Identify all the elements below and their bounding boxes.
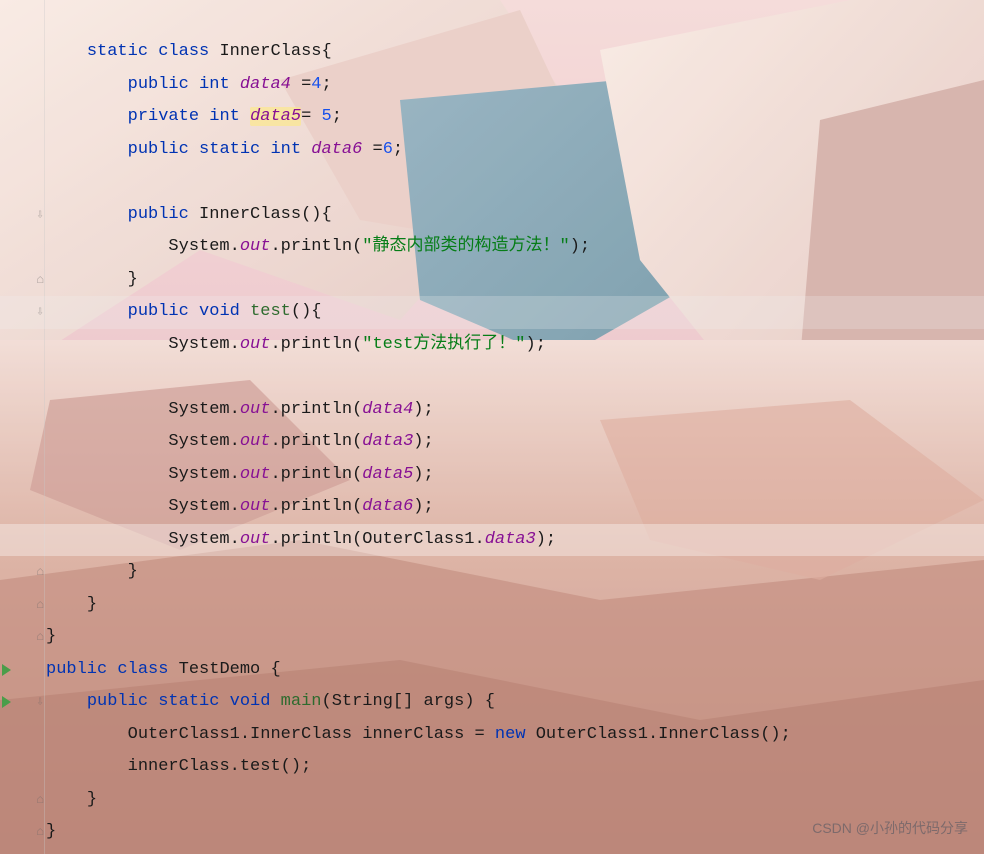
code-line[interactable]: System.out.println(data5); — [0, 459, 984, 492]
code-line[interactable]: ⇩ public void test(){ — [0, 296, 984, 329]
gutter[interactable] — [0, 751, 46, 784]
fold-icon[interactable]: ⇩ — [36, 296, 44, 329]
gutter[interactable] — [0, 231, 46, 264]
code-line[interactable]: ⌂ } — [0, 621, 984, 654]
code-content[interactable]: System.out.println(data4); — [46, 394, 434, 427]
code-content[interactable]: OuterClass1.InnerClass innerClass = new … — [46, 719, 791, 752]
code-content[interactable]: System.out.println(data6); — [46, 491, 434, 524]
code-line[interactable]: public static int data6 =6; — [0, 134, 984, 167]
fold-icon[interactable]: ⌂ — [36, 556, 44, 589]
code-content[interactable]: System.out.println(data5); — [46, 459, 434, 492]
fold-icon[interactable]: ⌂ — [36, 589, 44, 622]
gutter[interactable]: ⇩ — [0, 296, 46, 329]
code-line[interactable]: innerClass.test(); — [0, 751, 984, 784]
code-line-current[interactable]: System.out.println(OuterClass1.data3); — [0, 524, 984, 557]
fold-icon[interactable]: ⌂ — [36, 264, 44, 297]
gutter[interactable] — [0, 101, 46, 134]
code-content[interactable]: System.out.println(OuterClass1.data3); — [46, 524, 556, 557]
code-line[interactable]: ⌂ } — [0, 589, 984, 622]
code-editor[interactable]: static class InnerClass{ public int data… — [0, 0, 984, 849]
watermark: CSDN @小孙的代码分享 — [812, 812, 968, 845]
gutter[interactable] — [0, 426, 46, 459]
code-line[interactable]: private int data5= 5; — [0, 101, 984, 134]
code-line[interactable]: OuterClass1.InnerClass innerClass = new … — [0, 719, 984, 752]
code-content[interactable]: } — [46, 556, 138, 589]
code-content[interactable]: } — [46, 264, 138, 297]
code-content[interactable]: System.out.println(data3); — [46, 426, 434, 459]
code-content[interactable]: public InnerClass(){ — [46, 199, 332, 232]
gutter[interactable] — [0, 719, 46, 752]
gutter[interactable] — [0, 36, 46, 69]
code-line[interactable]: System.out.println(data6); — [0, 491, 984, 524]
fold-icon[interactable]: ⇩ — [36, 686, 44, 719]
run-icon[interactable] — [2, 696, 11, 708]
gutter[interactable]: ⌂ — [0, 816, 46, 849]
gutter[interactable]: ⇩ — [0, 199, 46, 232]
gutter[interactable] — [0, 166, 46, 199]
fold-icon[interactable]: ⌂ — [36, 816, 44, 849]
code-line[interactable]: System.out.println("静态内部类的构造方法！"); — [0, 231, 984, 264]
code-line[interactable]: System.out.println(data4); — [0, 394, 984, 427]
code-content[interactable]: innerClass.test(); — [46, 751, 311, 784]
code-content[interactable]: System.out.println("静态内部类的构造方法！"); — [46, 231, 590, 264]
gutter[interactable]: ⇩ — [0, 686, 46, 719]
code-content[interactable]: public static void main(String[] args) { — [46, 686, 495, 719]
highlighted-identifier: data5 — [250, 107, 301, 126]
code-line-empty[interactable] — [0, 361, 984, 394]
gutter[interactable] — [0, 134, 46, 167]
gutter[interactable] — [0, 329, 46, 362]
run-icon[interactable] — [2, 664, 11, 676]
code-content[interactable]: public class TestDemo { — [46, 654, 281, 687]
code-line[interactable]: System.out.println("test方法执行了！"); — [0, 329, 984, 362]
gutter[interactable] — [0, 491, 46, 524]
gutter[interactable] — [0, 394, 46, 427]
code-line[interactable]: ⌂ } — [0, 556, 984, 589]
fold-icon[interactable]: ⌂ — [36, 621, 44, 654]
code-content[interactable]: public int data4 =4; — [46, 69, 332, 102]
gutter[interactable] — [0, 69, 46, 102]
code-content[interactable]: } — [46, 816, 56, 849]
code-line[interactable]: ⌂ } — [0, 264, 984, 297]
code-content[interactable]: public void test(){ — [46, 296, 321, 329]
code-content[interactable]: public static int data6 =6; — [46, 134, 403, 167]
code-line[interactable]: ⇩ public static void main(String[] args)… — [0, 686, 984, 719]
gutter[interactable] — [0, 654, 46, 687]
code-content[interactable]: } — [46, 784, 97, 817]
code-line[interactable]: ⇩ public InnerClass(){ — [0, 199, 984, 232]
gutter[interactable]: ⌂ — [0, 621, 46, 654]
gutter[interactable] — [0, 459, 46, 492]
code-line[interactable]: public int data4 =4; — [0, 69, 984, 102]
gutter[interactable] — [0, 524, 46, 557]
gutter[interactable]: ⌂ — [0, 556, 46, 589]
code-content[interactable]: System.out.println("test方法执行了！"); — [46, 329, 546, 362]
code-content[interactable]: static class InnerClass{ — [46, 36, 332, 69]
code-content[interactable]: } — [46, 589, 97, 622]
gutter[interactable]: ⌂ — [0, 589, 46, 622]
gutter[interactable] — [0, 361, 46, 394]
fold-icon[interactable]: ⌂ — [36, 784, 44, 817]
code-content[interactable]: private int data5= 5; — [46, 101, 342, 134]
gutter[interactable]: ⌂ — [0, 264, 46, 297]
fold-icon[interactable]: ⇩ — [36, 199, 44, 232]
code-line[interactable]: System.out.println(data3); — [0, 426, 984, 459]
gutter[interactable]: ⌂ — [0, 784, 46, 817]
code-line[interactable]: static class InnerClass{ — [0, 36, 984, 69]
code-line[interactable]: public class TestDemo { — [0, 654, 984, 687]
code-line-empty[interactable] — [0, 166, 984, 199]
code-content[interactable]: } — [46, 621, 56, 654]
